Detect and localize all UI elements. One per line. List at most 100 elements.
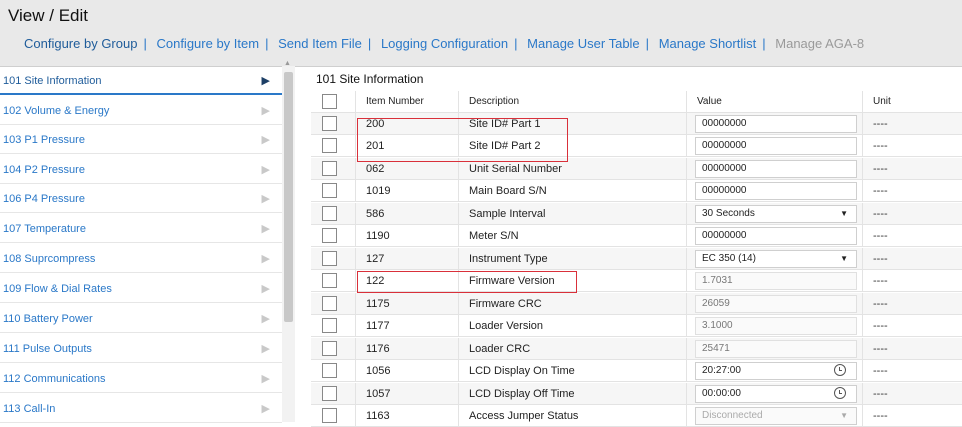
row-checkbox[interactable] — [322, 228, 337, 243]
sidebar-item-communications[interactable]: 112 Communications ▶ — [0, 364, 282, 393]
tab-send-item-file[interactable]: Send Item File — [278, 36, 362, 51]
sidebar-item-battery-power[interactable]: 110 Battery Power ▶ — [0, 304, 282, 333]
row-checkbox[interactable] — [322, 251, 337, 266]
alarm-clock-icon[interactable] — [834, 364, 846, 376]
sidebar-scroll-thumb[interactable] — [284, 72, 293, 322]
select-cell — [311, 248, 355, 270]
column-header: Value — [686, 91, 862, 113]
table-header: Item Number Description Value Unit — [311, 91, 962, 113]
row-checkbox[interactable] — [322, 273, 337, 288]
item-number: 586 — [355, 203, 458, 225]
value-text: EC 350 (14) — [702, 253, 756, 264]
row-checkbox[interactable] — [322, 161, 337, 176]
tab-configure-by-item[interactable]: Configure by Item — [156, 36, 259, 51]
tab-separator: | — [645, 36, 650, 51]
row-checkbox[interactable] — [322, 206, 337, 221]
unit-cell: ---- — [862, 135, 962, 157]
sidebar-item-call-in[interactable]: 113 Call-In ▶ — [0, 394, 282, 423]
section-title: 101 Site Information — [316, 72, 424, 86]
select-cell — [311, 405, 355, 427]
value-cell: 26059 — [686, 293, 862, 315]
item-description: LCD Display Off Time — [458, 383, 686, 405]
sidebar-item-volume-energy[interactable]: 102 Volume & Energy ▶ — [0, 96, 282, 125]
chevron-right-icon: ▶ — [261, 253, 270, 265]
value-input[interactable]: 00000000 — [695, 115, 857, 133]
table-row: 1175 Firmware CRC 26059 ---- — [311, 293, 962, 315]
tab-manage-aga8[interactable]: Manage AGA-8 — [775, 36, 864, 51]
tab-configure-by-group[interactable]: Configure by Group — [24, 36, 137, 51]
item-description: LCD Display On Time — [458, 360, 686, 382]
value-text: 00000000 — [702, 118, 747, 129]
sidebar-item-site-information[interactable]: 101 Site Information ▶ — [0, 66, 282, 95]
sidebar-item-label: 107 Temperature — [3, 223, 86, 235]
tab-manage-shortlist[interactable]: Manage Shortlist — [659, 36, 757, 51]
sidebar-item-p2-pressure[interactable]: 104 P2 Pressure ▶ — [0, 155, 282, 184]
value-cell: 00000000 — [686, 180, 862, 202]
value-cell: 00000000 — [686, 135, 862, 157]
alarm-clock-icon[interactable] — [834, 387, 846, 399]
value-select[interactable]: 30 Seconds ▼ — [695, 205, 857, 223]
sidebar-item-p1-pressure[interactable]: 103 P1 Pressure ▶ — [0, 125, 282, 154]
row-checkbox[interactable] — [322, 318, 337, 333]
sidebar-item-pulse-outputs[interactable]: 111 Pulse Outputs ▶ — [0, 334, 282, 363]
table-row: 1056 LCD Display On Time 20:27:00 ---- — [311, 360, 962, 382]
item-description: Loader Version — [458, 315, 686, 337]
table-row: 586 Sample Interval 30 Seconds ▼ ---- — [311, 203, 962, 225]
sidebar-item-temperature[interactable]: 107 Temperature ▶ — [0, 214, 282, 243]
select-all-checkbox[interactable] — [322, 94, 337, 109]
row-checkbox[interactable] — [322, 296, 337, 311]
scroll-up-icon[interactable]: ▲ — [284, 60, 291, 67]
value-cell: 00:00:00 — [686, 383, 862, 405]
row-checkbox[interactable] — [322, 408, 337, 423]
value-select[interactable]: Disconnected ▼ — [695, 407, 857, 425]
sidebar-item-label: 104 P2 Pressure — [3, 164, 85, 176]
select-cell — [311, 113, 355, 135]
tab-logging-configuration[interactable]: Logging Configuration — [381, 36, 508, 51]
sidebar-item-p4-pressure[interactable]: 106 P4 Pressure ▶ — [0, 184, 282, 213]
sidebar-item-label: 102 Volume & Energy — [3, 105, 110, 117]
row-checkbox[interactable] — [322, 386, 337, 401]
value-select[interactable]: EC 350 (14) ▼ — [695, 250, 857, 268]
chevron-right-icon: ▶ — [261, 223, 270, 235]
value-cell: 30 Seconds ▼ — [686, 203, 862, 225]
table-row: 1163 Access Jumper Status Disconnected ▼ ---… — [311, 405, 962, 427]
time-input[interactable]: 20:27:00 — [695, 362, 857, 380]
value-text: Disconnected — [702, 410, 763, 421]
value-cell: EC 350 (14) ▼ — [686, 248, 862, 270]
tab-manage-user-table[interactable]: Manage User Table — [527, 36, 640, 51]
header-select-cell — [311, 91, 355, 113]
row-checkbox[interactable] — [322, 363, 337, 378]
item-number: 1056 — [355, 360, 458, 382]
chevron-right-icon: ▶ — [261, 75, 270, 87]
value-input[interactable]: 00000000 — [695, 182, 857, 200]
chevron-right-icon: ▶ — [261, 283, 270, 295]
tab-separator: | — [265, 36, 269, 51]
sidebar-item-flow-dial-rates[interactable]: 109 Flow & Dial Rates ▶ — [0, 274, 282, 303]
row-checkbox[interactable] — [322, 116, 337, 131]
value-input[interactable]: 00000000 — [695, 137, 857, 155]
value-cell: 00000000 — [686, 113, 862, 135]
value-text: 25471 — [702, 343, 730, 354]
sidebar-item-suprcompress[interactable]: 108 Suprcompress ▶ — [0, 244, 282, 273]
row-checkbox[interactable] — [322, 183, 337, 198]
value-cell: 1.7031 — [686, 270, 862, 292]
item-description: Firmware Version — [458, 270, 686, 292]
value-cell: 00000000 — [686, 225, 862, 247]
row-checkbox[interactable] — [322, 138, 337, 153]
value-input[interactable]: 00000000 — [695, 160, 857, 178]
value-text: 26059 — [702, 298, 730, 309]
time-input[interactable]: 00:00:00 — [695, 385, 857, 403]
unit-cell: ---- — [862, 383, 962, 405]
header-bar: View / Edit Configure by Group | Configur… — [0, 0, 962, 67]
value-cell: 3.1000 — [686, 315, 862, 337]
item-number: 201 — [355, 135, 458, 157]
value-input[interactable]: 00000000 — [695, 227, 857, 245]
row-checkbox[interactable] — [322, 341, 337, 356]
tab-separator: | — [367, 36, 372, 51]
select-cell — [311, 180, 355, 202]
item-number: 1175 — [355, 293, 458, 315]
unit-cell: ---- — [862, 360, 962, 382]
unit-cell: ---- — [862, 225, 962, 247]
unit-cell: ---- — [862, 270, 962, 292]
unit-cell: ---- — [862, 158, 962, 180]
